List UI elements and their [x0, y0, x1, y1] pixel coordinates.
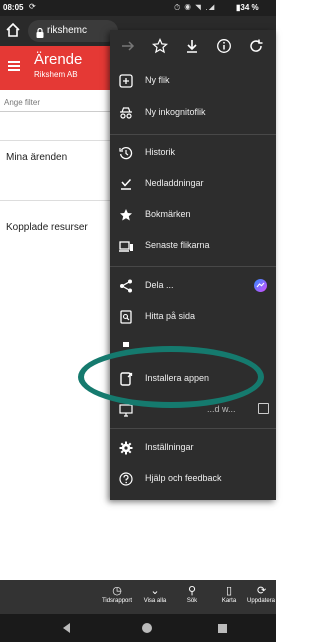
address-bar[interactable]: rikshemc [28, 20, 118, 42]
forward-arrow-icon[interactable] [120, 38, 136, 54]
bookmarks-star-icon [119, 208, 133, 222]
new-tab-icon [119, 74, 133, 88]
tab-label: Tidsrapport [101, 598, 133, 604]
menu-item-incognito[interactable]: Ny inkognitoflik [110, 98, 276, 128]
menu-item-settings[interactable]: Inställningar [110, 433, 276, 463]
menu-divider [110, 266, 276, 267]
page-subtitle: Rikshem AB [34, 70, 78, 79]
downloads-icon [119, 177, 133, 191]
app-tab-bar: ◷ Tidsrapport ⌄ Visa alla ⚲ Sök ▯ Karta … [0, 580, 276, 614]
recent-apps-icon[interactable] [218, 624, 227, 633]
battery-indicator: ▮34 % [236, 3, 259, 12]
menu-item-label: Hitta på sida [145, 311, 196, 321]
menu-item-history[interactable]: Historik [110, 138, 276, 168]
menu-item-label: Ny flik [145, 75, 170, 85]
divider [0, 140, 110, 141]
menu-top-actions [110, 30, 276, 62]
menu-item-downloads[interactable]: Nedladdningar [110, 169, 276, 199]
page-title: Ärende [34, 51, 83, 68]
find-in-page-icon [119, 310, 133, 324]
incognito-icon [119, 106, 133, 120]
home-circle-icon[interactable] [142, 623, 152, 633]
tab-label: Sök [186, 598, 198, 604]
url-text: rikshemc [47, 25, 88, 36]
help-icon [119, 472, 133, 486]
filter-field[interactable] [0, 92, 110, 112]
desktop-site-checkbox[interactable] [258, 403, 269, 414]
menu-item-recent-tabs[interactable]: Senaste flikarna [110, 231, 276, 261]
menu-item-help[interactable]: Hjälp och feedback [110, 464, 276, 494]
menu-item-new-tab[interactable]: Ny flik [110, 66, 276, 96]
browser-overflow-menu: Ny flik Ny inkognitoflik Historik Nedlad… [110, 30, 276, 500]
map-icon: ▯ [225, 585, 233, 597]
status-time: 08:05 [3, 3, 24, 12]
tab-label: Uppdatera [247, 598, 276, 604]
settings-gear-icon [119, 441, 133, 455]
status-icons: ⏱ ◉ ◥ .◢ [174, 3, 216, 12]
tab-show-all[interactable]: ⌄ Visa alla [138, 584, 172, 604]
lock-icon [36, 25, 44, 38]
menu-divider [110, 428, 276, 429]
filter-input[interactable] [0, 93, 110, 112]
recent-tabs-icon [119, 239, 133, 253]
star-icon[interactable] [151, 37, 169, 54]
menu-divider [110, 134, 276, 135]
messenger-icon[interactable] [254, 279, 267, 292]
hamburger-menu-icon[interactable] [8, 61, 20, 71]
menu-item-bookmarks[interactable]: Bokmärken [110, 200, 276, 230]
tab-label: Visa alla [143, 598, 167, 604]
menu-item-find-in-page[interactable]: Hitta på sida [110, 302, 276, 332]
search-icon: ⚲ [187, 585, 197, 597]
status-bar: 08:05 ⟳ ⏱ ◉ ◥ .◢ ▮34 % [0, 0, 276, 16]
tab-map[interactable]: ▯ Karta [212, 584, 246, 604]
home-icon[interactable] [5, 22, 21, 38]
menu-item-label: Dela ... [145, 280, 174, 290]
tab-time-report[interactable]: ◷ Tidsrapport [100, 584, 134, 604]
highlight-ellipse [78, 346, 264, 408]
refresh-icon: ⟳ [257, 585, 267, 597]
history-icon [119, 146, 133, 160]
tab-label: Karta [221, 598, 237, 604]
back-icon[interactable] [63, 623, 70, 633]
system-nav-bar [0, 614, 276, 642]
menu-item-label: Ny inkognitoflik [145, 107, 206, 117]
menu-item-label: Nedladdningar [145, 178, 204, 188]
info-icon[interactable] [216, 38, 232, 54]
menu-item-label: Inställningar [145, 442, 194, 452]
refresh-icon[interactable] [248, 38, 264, 54]
menu-item-label: Historik [145, 147, 176, 157]
clock-icon: ◷ [112, 585, 122, 597]
menu-item-share[interactable]: Dela ... [110, 271, 276, 301]
menu-item-label-partial: ...d w... [207, 404, 236, 414]
menu-item-label: Bokmärken [145, 209, 191, 219]
menu-item-label: Hjälp och feedback [145, 473, 222, 483]
sync-icon: ⟳ [29, 2, 36, 11]
section-my-cases[interactable]: Mina ärenden [0, 152, 110, 163]
download-icon[interactable] [184, 38, 200, 54]
section-linked-resources[interactable]: Kopplade resurser [0, 222, 110, 233]
share-icon [119, 279, 133, 293]
tab-search[interactable]: ⚲ Sök [175, 584, 209, 604]
tab-refresh[interactable]: ⟳ Uppdatera [247, 584, 276, 604]
generic-icon [119, 335, 133, 347]
divider [0, 200, 110, 201]
chevron-down-icon: ⌄ [150, 585, 160, 597]
app-header: Ärende Rikshem AB [0, 46, 110, 90]
menu-item-label: Senaste flikarna [145, 240, 210, 250]
